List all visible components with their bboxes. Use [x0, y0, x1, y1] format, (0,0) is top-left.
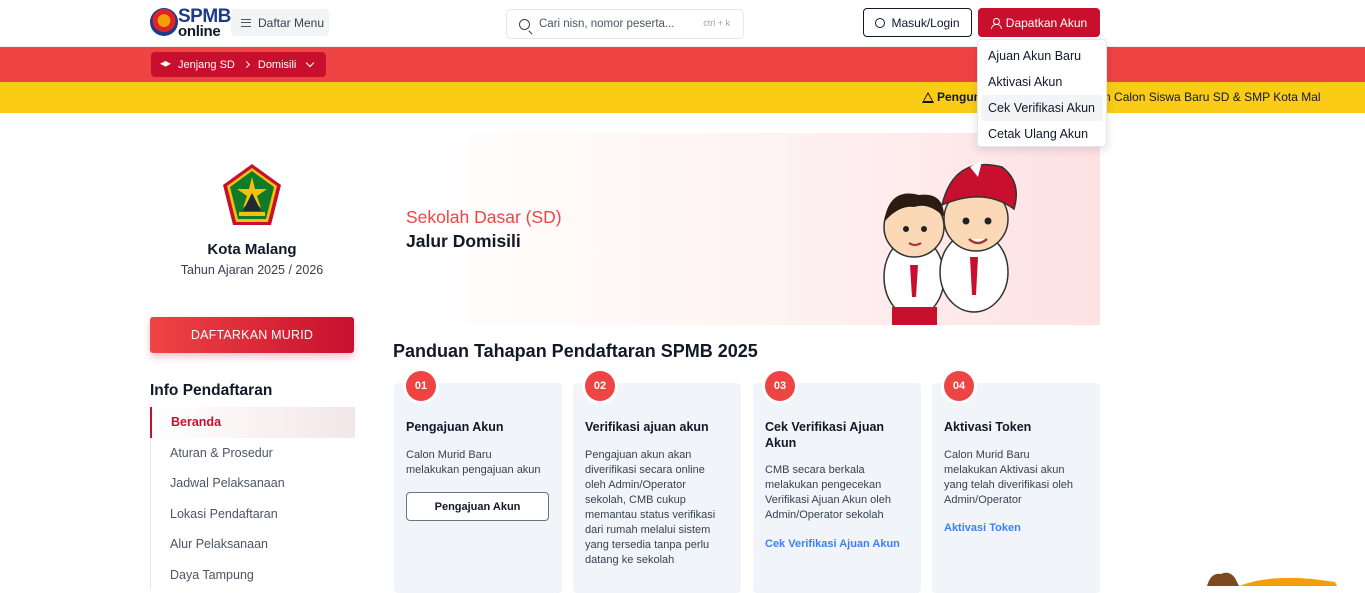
step-title: Verifikasi ajuan akun — [585, 420, 709, 434]
students-illustration — [883, 161, 1017, 325]
city-name: Kota Malang — [207, 241, 297, 258]
step-description: Pengajuan akun akan diverifikasi secara … — [585, 449, 716, 566]
logo-text-online: online — [178, 23, 221, 40]
chevron-down-icon — [306, 58, 315, 68]
graduation-cap-icon — [160, 61, 171, 67]
menu-item-ajuan-akun-baru[interactable]: Ajuan Akun Baru — [981, 43, 1103, 69]
nav-item-aturan-prosedur[interactable]: Aturan & Prosedur — [151, 438, 355, 469]
announcement-text: la, dan Calon Siswa Baru SD & SMP Kota M… — [1074, 90, 1321, 104]
step-description: Calon Murid Baru melakukan pengajuan aku… — [406, 449, 541, 476]
step-number-badge: 02 — [585, 371, 615, 401]
login-button[interactable]: Masuk/Login — [863, 8, 972, 37]
top-navbar: SPMB online Daftar Menu Cari nisn, nomor… — [0, 0, 1365, 47]
search-input[interactable]: Cari nisn, nomor peserta... ctrl + k — [506, 9, 744, 39]
mascot-decoration — [1207, 572, 1337, 586]
get-account-button[interactable]: Dapatkan Akun — [978, 8, 1100, 37]
info-nav: Beranda Aturan & Prosedur Jadwal Pelaksa… — [150, 407, 355, 590]
menu-item-cek-verifikasi-akun[interactable]: Cek Verifikasi Akun — [981, 95, 1103, 121]
step-description: CMB secara berkala melakukan pengecekan … — [765, 464, 891, 521]
academic-year: Tahun Ajaran 2025 / 2026 — [180, 263, 324, 277]
menu-button[interactable]: Daftar Menu — [231, 9, 329, 36]
hero-title: Jalur Domisili — [406, 231, 521, 251]
register-student-button[interactable]: DAFTARKAN MURID — [150, 317, 354, 353]
step-title: Cek Verifikasi Ajuan Akun — [765, 420, 885, 450]
step-description: Calon Murid Baru melakukan Aktivasi akun… — [944, 449, 1074, 506]
step-number-badge: 03 — [765, 371, 795, 401]
step-number-badge: 04 — [944, 371, 974, 401]
breadcrumb-path: Domisili — [257, 58, 297, 71]
login-button-label: Masuk/Login — [891, 15, 960, 30]
login-icon — [875, 17, 886, 28]
breadcrumb[interactable]: Jenjang SD Domisili — [151, 52, 326, 77]
user-plus-icon — [990, 17, 1002, 29]
search-placeholder: Cari nisn, nomor peserta... — [539, 18, 675, 30]
step-card-3: 03 Cek Verifikasi Ajuan Akun CMB secara … — [753, 371, 921, 593]
warning-icon — [922, 91, 934, 103]
cek-verifikasi-link[interactable]: Cek Verifikasi Ajuan Akun — [765, 538, 900, 550]
chevron-right-icon — [242, 60, 250, 69]
step-card-2: 02 Verifikasi ajuan akun Pengajuan akun … — [573, 371, 741, 593]
aktivasi-token-link[interactable]: Aktivasi Token — [944, 522, 1021, 534]
hero-subtitle: Sekolah Dasar (SD) — [406, 207, 562, 227]
spmb-logo-icon — [150, 8, 178, 36]
info-section-title: Info Pendaftaran — [150, 382, 273, 399]
hamburger-icon — [241, 18, 251, 27]
step-number-badge: 01 — [406, 371, 436, 401]
breadcrumb-level: Jenjang SD — [178, 58, 235, 71]
menu-button-label: Daftar Menu — [258, 15, 325, 30]
kota-malang-emblem — [223, 164, 281, 225]
search-shortcut-hint: ctrl + k — [703, 18, 730, 28]
guide-section-title: Panduan Tahapan Pendaftaran SPMB 2025 — [393, 341, 758, 361]
step-title: Aktivasi Token — [944, 420, 1032, 434]
get-account-label: Dapatkan Akun — [1005, 15, 1088, 30]
step-card-1: 01 Pengajuan Akun Calon Murid Baru melak… — [394, 371, 562, 593]
menu-item-aktivasi-akun[interactable]: Aktivasi Akun — [981, 69, 1103, 95]
search-icon — [519, 18, 530, 30]
pengajuan-akun-button[interactable]: Pengajuan Akun — [406, 492, 549, 521]
nav-item-jadwal-pelaksanaan[interactable]: Jadwal Pelaksanaan — [151, 468, 355, 499]
nav-item-alur-pelaksanaan[interactable]: Alur Pelaksanaan — [151, 529, 355, 560]
menu-item-cetak-ulang-akun[interactable]: Cetak Ulang Akun — [981, 121, 1103, 147]
nav-item-lokasi-pendaftaran[interactable]: Lokasi Pendaftaran — [151, 499, 355, 530]
breadcrumb-bar: Jenjang SD Domisili — [0, 47, 1365, 82]
step-title: Pengajuan Akun — [406, 420, 504, 434]
nav-item-beranda[interactable]: Beranda — [150, 407, 355, 438]
hero-banner: Sekolah Dasar (SD) Jalur Domisili — [394, 133, 1100, 325]
announcement-bar: Pengumu la, dan Calon Siswa Baru SD & SMP… — [0, 82, 1365, 113]
spmb-logo[interactable]: SPMB online — [150, 6, 231, 40]
step-card-4: 04 Aktivasi Token Calon Murid Baru melak… — [932, 371, 1100, 593]
nav-item-daya-tampung[interactable]: Daya Tampung — [151, 560, 355, 591]
account-dropdown-menu: Ajuan Akun Baru Aktivasi Akun Cek Verifi… — [977, 39, 1107, 147]
